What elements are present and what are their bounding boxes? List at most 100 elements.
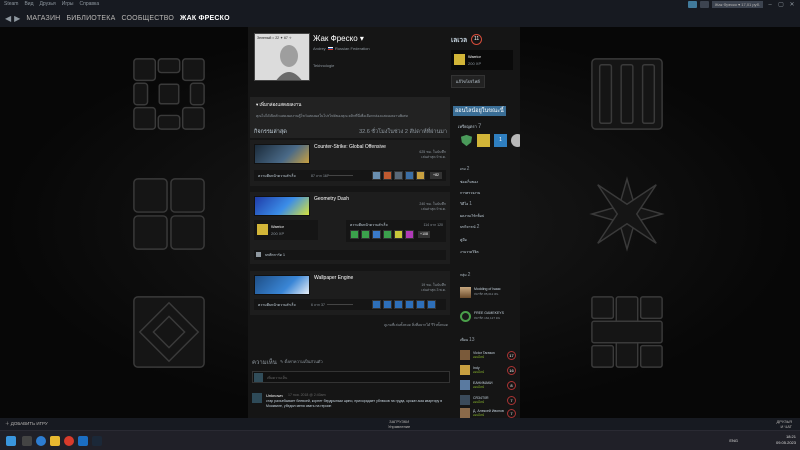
downloads-button[interactable]: ЗАГРУЗКИ Управление bbox=[388, 419, 410, 429]
nav-store[interactable]: МАГАЗИН bbox=[26, 15, 60, 22]
csgo-capsule-icon[interactable] bbox=[254, 144, 310, 164]
edit-profile-button[interactable]: แก้ไขโปรไฟล์ bbox=[451, 75, 485, 88]
main-nav: ◀ ▶ МАГАЗИН БИБЛИОТЕКА СООБЩЕСТВО ЖАК ФР… bbox=[0, 10, 800, 27]
nav-community[interactable]: СООБЩЕСТВО bbox=[121, 15, 174, 22]
trade-link[interactable]: การตรวจงาน bbox=[460, 190, 480, 196]
game-badge-box[interactable]: Warrior 200 XP bbox=[254, 220, 318, 240]
achievement-icon[interactable] bbox=[405, 171, 414, 180]
windows-start-icon[interactable] bbox=[6, 436, 16, 446]
badges-link[interactable]: เหรียญตรา 7 bbox=[458, 123, 481, 130]
warrior-badge-icon[interactable] bbox=[477, 134, 490, 147]
notifications-icon[interactable] bbox=[699, 1, 709, 8]
groups-link[interactable]: กลุ่ม 2 bbox=[460, 272, 470, 278]
wallpaper-engine-capsule-icon[interactable] bbox=[254, 275, 310, 295]
videos-link[interactable]: วิดีโอ 1 bbox=[460, 201, 472, 207]
achievement-icon[interactable] bbox=[372, 171, 381, 180]
language-indicator[interactable]: ENG bbox=[729, 438, 738, 443]
card-icon bbox=[256, 252, 261, 257]
yandex-icon[interactable] bbox=[64, 436, 74, 446]
achievement-icon[interactable] bbox=[372, 230, 381, 239]
games-link[interactable]: เกม 2 bbox=[460, 166, 469, 172]
achievement-icon[interactable] bbox=[372, 300, 381, 309]
edge-icon[interactable] bbox=[36, 436, 46, 446]
nav-library[interactable]: БИБЛИОТЕКА bbox=[66, 15, 115, 22]
artwork-link[interactable]: งานวาดวิจิต bbox=[460, 249, 479, 255]
maximize-icon[interactable]: ▢ bbox=[777, 1, 785, 8]
friend-item[interactable]: ЕАНИМАКИ ออนไลน์ 8 bbox=[460, 380, 518, 392]
comment-date: 17 ноя. 2018 @ 2:40am bbox=[288, 393, 326, 397]
achievement-icon[interactable] bbox=[350, 230, 359, 239]
menu-help[interactable]: Справка bbox=[80, 1, 100, 7]
back-arrow-icon[interactable]: ◀ bbox=[5, 14, 11, 23]
achievement-icon[interactable] bbox=[383, 230, 392, 239]
profile-name[interactable]: Жак Фреско ▾ bbox=[313, 34, 364, 43]
task-view-icon[interactable] bbox=[22, 436, 32, 446]
avatar[interactable] bbox=[252, 393, 262, 403]
avatar bbox=[460, 365, 470, 375]
achievement-icon[interactable] bbox=[405, 230, 414, 239]
years-badge-icon[interactable]: 1 bbox=[494, 134, 507, 147]
achievement-icon[interactable] bbox=[405, 300, 414, 309]
game-name[interactable]: Wallpaper Engine bbox=[314, 275, 353, 281]
trading-cards-row[interactable]: บทสิกการ์ด 1 bbox=[254, 250, 446, 260]
menu-steam[interactable]: Steam bbox=[4, 1, 18, 7]
guides-link[interactable]: คู่มือ bbox=[460, 237, 467, 243]
achievement-icon[interactable] bbox=[394, 300, 403, 309]
friend-item[interactable]: Д. Алексей Ивонов ออนไลน์ 7 bbox=[460, 408, 518, 418]
more-achievements[interactable]: +82 bbox=[430, 172, 442, 179]
minimize-icon[interactable]: – bbox=[766, 2, 774, 8]
profile-page: Зеленый ≈ 22 ✦ 67 ✧ Жак Фреско ▾ Andrey … bbox=[248, 27, 520, 418]
comments-privacy-link[interactable]: ✎ ตั้งค่าความเป็นส่วนตัว bbox=[280, 358, 323, 365]
achievement-icon[interactable] bbox=[427, 300, 436, 309]
achievement-icon[interactable] bbox=[416, 171, 425, 180]
achievement-icon[interactable] bbox=[394, 171, 403, 180]
workshop-link[interactable]: ผลงานเวิร์กช็อป bbox=[460, 213, 484, 219]
group-members: สมาชิก 85,012 คน bbox=[474, 292, 499, 296]
friends-chat-button[interactable]: ДРУЗЬЯ И ЧАТ bbox=[777, 419, 793, 429]
game-name[interactable]: Counter-Strike: Global Offensive bbox=[314, 144, 386, 150]
steam-icon[interactable] bbox=[92, 436, 102, 446]
activity-links[interactable]: ดูเกมที่เล่นทั้งหมด สิ่งที่อยากได้ รีวิว… bbox=[308, 322, 448, 328]
videos-count: 1 bbox=[469, 201, 472, 207]
showcase-title[interactable]: ▾ เพิ่มกล่องแสดงผลงาน bbox=[256, 101, 301, 108]
friend-item[interactable]: Indy ออนไลน์ 16 bbox=[460, 365, 518, 377]
shield-badge-icon[interactable] bbox=[460, 134, 473, 147]
clock[interactable]: 18:21 09.05.2023 bbox=[776, 434, 796, 446]
file-explorer-icon[interactable] bbox=[50, 436, 60, 446]
friend-item[interactable]: CR34T0R ออนไลน์ 7 bbox=[460, 395, 518, 407]
close-icon[interactable]: ✕ bbox=[788, 1, 796, 8]
achievement-icon[interactable] bbox=[383, 171, 392, 180]
comment-input[interactable]: เพิ่มความเห็น bbox=[252, 371, 450, 383]
menu-games[interactable]: Игры bbox=[62, 1, 74, 7]
avatar bbox=[460, 380, 470, 390]
discord-icon[interactable] bbox=[78, 436, 88, 446]
forward-arrow-icon[interactable]: ▶ bbox=[14, 14, 20, 23]
friend-item[interactable]: Victor Tarasov ออนไลน์ 17 bbox=[460, 350, 518, 362]
achievement-icon[interactable] bbox=[416, 300, 425, 309]
inventory-link[interactable]: ช่องเก็บของ bbox=[460, 179, 478, 185]
avatar[interactable]: Зеленый ≈ 22 ✦ 67 ✧ bbox=[254, 33, 310, 81]
game-card-geometry-dash: Geometry Dash 240 ชม. ในบันทึก เล่นล่าสุ… bbox=[250, 192, 450, 264]
reviews-link[interactable]: บทวิจารณ์ 2 bbox=[460, 224, 479, 230]
achievement-icon[interactable] bbox=[383, 300, 392, 309]
menu-friends[interactable]: Друзья bbox=[40, 1, 56, 7]
friend-level: 16 bbox=[507, 366, 516, 375]
game-name[interactable]: Geometry Dash bbox=[314, 196, 349, 202]
geometry-dash-capsule-icon[interactable] bbox=[254, 196, 310, 216]
showcase-box[interactable]: ▾ เพิ่มกล่องแสดงผลงาน คุณไม่ได้เปิดตัวแส… bbox=[250, 97, 450, 127]
medal-badge-icon[interactable] bbox=[511, 134, 520, 147]
achievement-icon[interactable] bbox=[394, 230, 403, 239]
menu-view[interactable]: Вид bbox=[24, 1, 33, 7]
warrior-badge-icon bbox=[257, 224, 268, 235]
friends-link[interactable]: เพื่อน 13 bbox=[460, 337, 475, 343]
account-menu[interactable]: Жак Фреско ▾ 17,01 руб. bbox=[711, 1, 763, 8]
nav-profile[interactable]: ЖАК ФРЕСКО bbox=[180, 15, 230, 22]
broadcast-icon[interactable] bbox=[687, 1, 697, 8]
favorite-badge[interactable]: Warrior 200 XP bbox=[451, 50, 513, 70]
vertical-bars-icon bbox=[591, 58, 663, 130]
add-game-button[interactable]: ＋ ДОБАВИТЬ ИГРУ bbox=[5, 421, 48, 427]
add-game-label: ДОБАВИТЬ ИГРУ bbox=[10, 421, 48, 426]
achievement-icon[interactable] bbox=[361, 230, 370, 239]
more-achievements[interactable]: +108 bbox=[418, 231, 430, 238]
comment-author[interactable]: Unknown bbox=[266, 393, 283, 398]
